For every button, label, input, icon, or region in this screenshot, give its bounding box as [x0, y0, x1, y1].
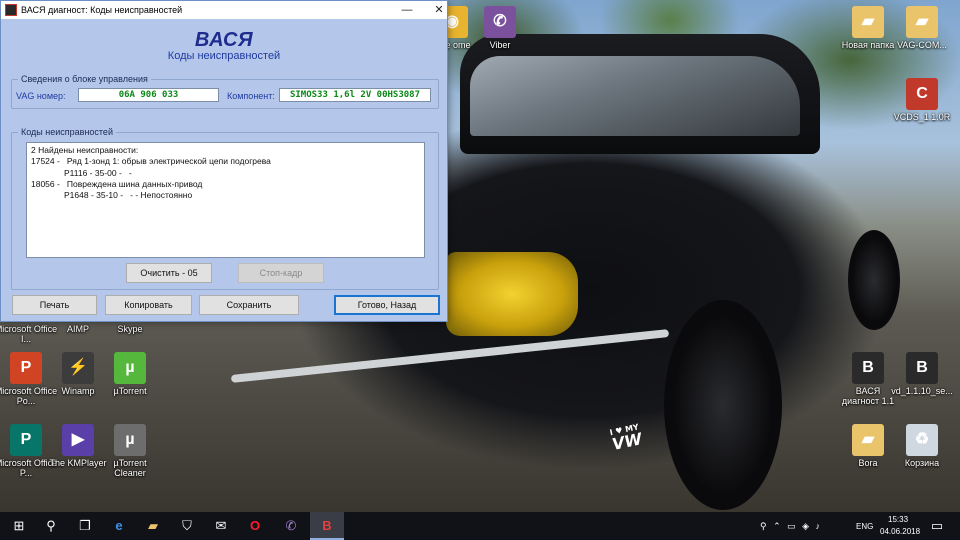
- office-publisher-icon: P: [10, 424, 42, 456]
- save-button[interactable]: Сохранить: [199, 295, 299, 315]
- desktop-icon-vag-com-folder[interactable]: ▰ VAG-COM...: [890, 6, 954, 50]
- fault-code-line: 17524 - Ряд 1-зонд 1: обрыв электрическо…: [31, 156, 271, 167]
- desktop-icon-utorrent-cleaner[interactable]: µ µTorrent Cleaner: [98, 424, 162, 478]
- notifications-icon[interactable]: ▭: [922, 512, 952, 540]
- component-value: SIMOS33 1,6l 2V 00HS3087: [279, 88, 431, 102]
- desktop-icon-label: VCDS_1.1.0R: [893, 112, 951, 122]
- fault-code-line: 18056 - Повреждена шина данных-привод: [31, 178, 203, 189]
- kmplayer-icon: ▶: [62, 424, 94, 456]
- wallpaper-car-rear-wheel: [848, 230, 900, 330]
- fault-code-line: P1116 - 35-00 - -: [64, 167, 132, 178]
- clear-codes-button[interactable]: Очистить - 05: [126, 263, 212, 283]
- wallpaper-car-front-wheel: [664, 300, 782, 510]
- bora-icon: ▰: [852, 424, 884, 456]
- vag-number-label: VAG номер:: [16, 91, 66, 101]
- utorrent-icon: µ: [114, 352, 146, 384]
- vasya-2-icon: В: [906, 352, 938, 384]
- viber-icon: ✆: [484, 6, 516, 38]
- desktop-icon-label: µTorrent: [113, 386, 147, 396]
- taskbar: ⊞ ⚲ ❐ e ▰ ⛉ ✉ O ✆ В ⚲ ⌃ ▭ ◈ ♪ ENG 15:33 …: [0, 512, 960, 540]
- close-button[interactable]: ✕: [425, 1, 453, 19]
- winamp-icon: ⚡: [62, 352, 94, 384]
- copy-button[interactable]: Копировать: [105, 295, 192, 315]
- fault-codes-list[interactable]: 2 Найдены неисправности: 17524 - Ряд 1-зо…: [26, 142, 425, 258]
- store-icon[interactable]: ⛉: [170, 512, 204, 540]
- language-indicator[interactable]: ENG: [856, 522, 873, 531]
- edge-icon[interactable]: e: [102, 512, 136, 540]
- done-back-button[interactable]: Готово, Назад: [334, 295, 440, 315]
- window-titlebar[interactable]: ВАСЯ диагност: Коды неисправностей — ✕: [1, 1, 447, 19]
- desktop-icon-label: Новая папка: [841, 40, 895, 50]
- desktop-icon-label: Viber: [489, 40, 511, 50]
- desktop-icon-label: VAG-COM...: [897, 40, 947, 50]
- fault-codes-group-label: Коды неисправностей: [18, 127, 116, 138]
- print-button[interactable]: Печать: [12, 295, 97, 315]
- utorrent-cleaner-icon: µ: [114, 424, 146, 456]
- file-explorer-icon[interactable]: ▰: [136, 512, 170, 540]
- ecu-info-group-label: Сведения о блоке управления: [18, 74, 151, 85]
- desktop-icon-label: Корзина: [904, 458, 940, 468]
- desktop-icon-label: Bora: [858, 458, 878, 468]
- component-label: Компонент:: [227, 91, 275, 101]
- wallpaper-car-headlight: [446, 252, 578, 336]
- clock-time[interactable]: 15:33: [888, 515, 908, 524]
- wallpaper-car-windshield: [470, 56, 800, 136]
- desktop-icon-label: µTorrent Cleaner: [113, 458, 147, 478]
- window-title: ВАСЯ диагност: Коды неисправностей: [21, 5, 183, 15]
- vag-com-folder-icon: ▰: [906, 6, 938, 38]
- office-powerpoint-icon: P: [10, 352, 42, 384]
- minimize-button[interactable]: —: [393, 1, 421, 19]
- app-subtitle: Коды неисправностей: [167, 50, 281, 62]
- desktop-icon-label: AIMP: [66, 324, 89, 334]
- system-tray-icons[interactable]: ⚲ ⌃ ▭ ◈ ♪: [760, 521, 822, 532]
- task-view-icon[interactable]: ❐: [68, 512, 102, 540]
- vag-number-value: 06A 906 033: [78, 88, 219, 102]
- fault-code-line: 2 Найдены неисправности:: [31, 145, 139, 155]
- desktop-icon-label: ВАСЯ диагност 1.1: [841, 386, 895, 406]
- start-button[interactable]: ⊞: [2, 512, 36, 540]
- desktop-icon-vcds[interactable]: C VCDS_1.1.0R: [890, 78, 954, 122]
- vasya-fault-codes-window: ВАСЯ диагност: Коды неисправностей — ✕ В…: [0, 0, 448, 322]
- desktop-icon-vasya-2[interactable]: Вvd_1.1.10_se...: [890, 352, 954, 396]
- new-folder-icon: ▰: [852, 6, 884, 38]
- search-icon[interactable]: ⚲: [34, 512, 68, 540]
- vcds-icon: C: [906, 78, 938, 110]
- freeze-frame-button[interactable]: Стоп-кадр: [238, 263, 324, 283]
- vasya-app-icon: [5, 4, 17, 16]
- desktop-icon-recycle-bin[interactable]: ♻ Корзина: [890, 424, 954, 468]
- desktop-icon-label: Skype: [117, 324, 143, 334]
- viber-taskbar-icon[interactable]: ✆: [274, 512, 308, 540]
- desktop-icon-label: vd_1.1.10_se...: [891, 386, 953, 396]
- app-logo: ВАСЯ: [194, 29, 254, 51]
- opera-icon[interactable]: O: [238, 512, 272, 540]
- desktop-icon-utorrent[interactable]: µ µTorrent: [98, 352, 162, 396]
- clock-date[interactable]: 04.06.2018: [880, 527, 920, 536]
- fault-code-line: P1648 - 35-10 - - - Непостоянно: [64, 190, 193, 201]
- vasya-1-icon: В: [852, 352, 884, 384]
- recycle-bin-icon: ♻: [906, 424, 938, 456]
- mail-icon[interactable]: ✉: [204, 512, 238, 540]
- desktop-icon-label: Winamp: [61, 386, 95, 396]
- vasya-taskbar-icon[interactable]: В: [310, 512, 344, 540]
